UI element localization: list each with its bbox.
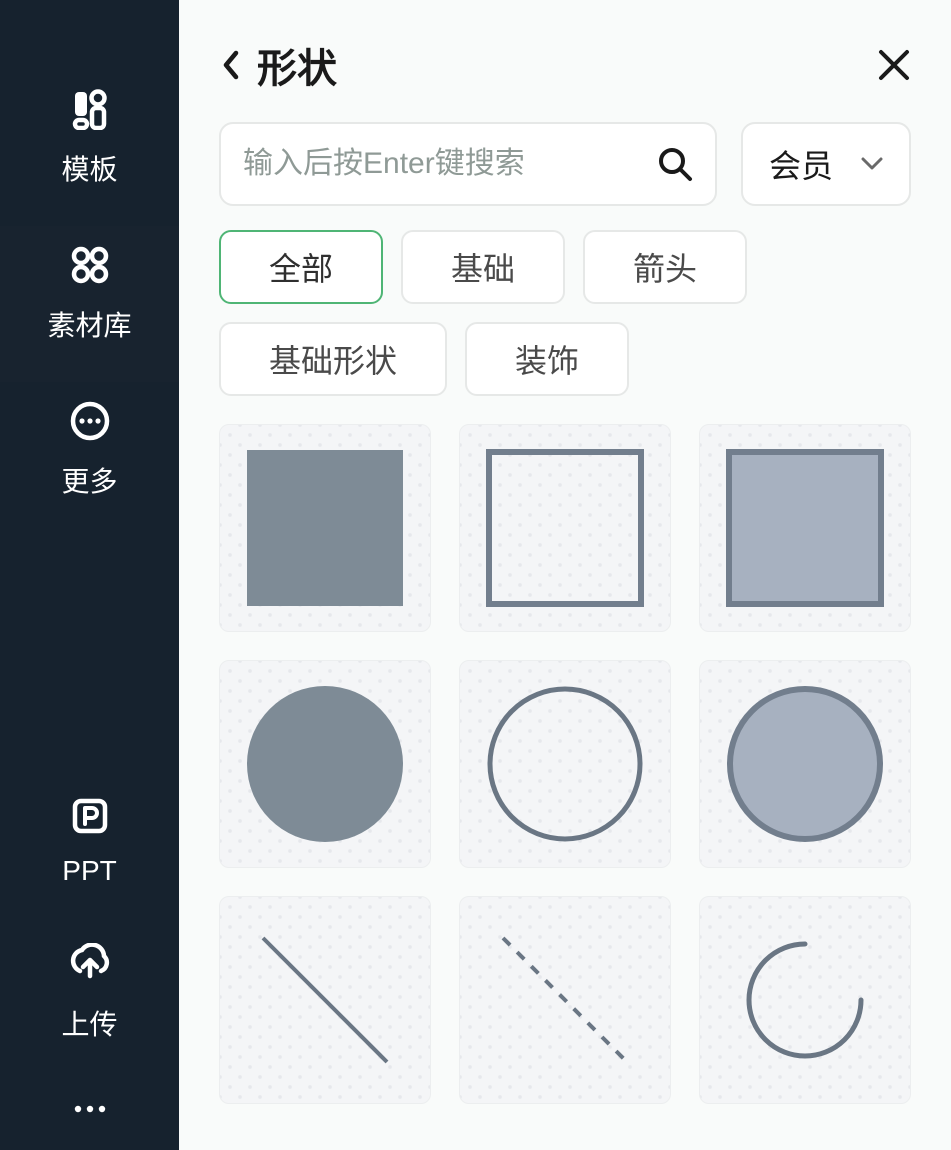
filter-chip-decor[interactable]: 装饰: [465, 322, 629, 396]
sidebar-item-ppt[interactable]: PPT: [0, 777, 179, 925]
filter-chip-label: 基础形状: [269, 336, 397, 382]
dropdown-label: 会员: [769, 141, 833, 187]
filter-chip-arrow[interactable]: 箭头: [583, 230, 747, 304]
ppt-icon: [69, 795, 111, 837]
shape-square-outline[interactable]: [459, 424, 671, 632]
sidebar-item-label: 素材库: [47, 304, 131, 344]
shapes-panel: 形状 会员 全部: [179, 0, 951, 1150]
shape-line-dashed[interactable]: [459, 896, 671, 1104]
filter-chip-all[interactable]: 全部: [219, 230, 383, 304]
more-circle-icon: [69, 400, 111, 442]
circle-outline-icon: [485, 684, 645, 844]
filter-chip-label: 基础: [451, 244, 515, 290]
member-dropdown[interactable]: 会员: [741, 122, 911, 206]
panel-header: 形状: [179, 0, 951, 122]
panel-title: 形状: [257, 36, 877, 94]
dots-icon: [69, 1101, 111, 1122]
sidebar: 模板 素材库 更多: [0, 0, 179, 1150]
square-outline-icon: [485, 448, 645, 608]
filter-chip-basic[interactable]: 基础: [401, 230, 565, 304]
shape-square-filled-stroke[interactable]: [699, 424, 911, 632]
search-box[interactable]: [219, 122, 717, 206]
filter-row: 全部 基础 箭头 基础形状 装饰: [179, 230, 951, 424]
templates-icon: [69, 88, 111, 130]
shape-arc[interactable]: [699, 896, 911, 1104]
arc-icon: [725, 920, 885, 1080]
search-icon[interactable]: [657, 146, 693, 182]
filter-chip-label: 装饰: [515, 336, 579, 382]
sidebar-item-templates[interactable]: 模板: [0, 70, 179, 226]
shape-circle-filled-stroke[interactable]: [699, 660, 911, 868]
sidebar-item-label: 上传: [61, 1003, 117, 1043]
square-filled-stroke-icon: [725, 448, 885, 608]
upload-icon: [69, 943, 111, 985]
search-input[interactable]: [243, 147, 657, 181]
line-solid-icon: [245, 920, 405, 1080]
sidebar-item-label: 模板: [61, 148, 117, 188]
back-icon[interactable]: [219, 49, 243, 81]
sidebar-item-label: 更多: [61, 460, 117, 500]
shape-grid: [179, 424, 951, 1144]
sidebar-item-upload[interactable]: 上传: [0, 925, 179, 1081]
circle-filled-stroke-icon: [725, 684, 885, 844]
sidebar-item-assets[interactable]: 素材库: [0, 226, 179, 382]
filter-chip-basic-shape[interactable]: 基础形状: [219, 322, 447, 396]
sidebar-overflow[interactable]: [69, 1081, 111, 1150]
shape-square-filled[interactable]: [219, 424, 431, 632]
line-dashed-icon: [485, 920, 645, 1080]
shape-circle-outline[interactable]: [459, 660, 671, 868]
search-row: 会员: [179, 122, 951, 230]
filter-chip-label: 箭头: [633, 244, 697, 290]
assets-icon: [69, 244, 111, 286]
shape-line-solid[interactable]: [219, 896, 431, 1104]
circle-filled-icon: [245, 684, 405, 844]
square-filled-icon: [245, 448, 405, 608]
shape-circle-filled[interactable]: [219, 660, 431, 868]
chevron-down-icon: [861, 157, 883, 171]
filter-chip-label: 全部: [269, 244, 333, 290]
close-icon[interactable]: [877, 48, 911, 82]
sidebar-item-label: PPT: [62, 855, 116, 887]
sidebar-item-more[interactable]: 更多: [0, 382, 179, 538]
